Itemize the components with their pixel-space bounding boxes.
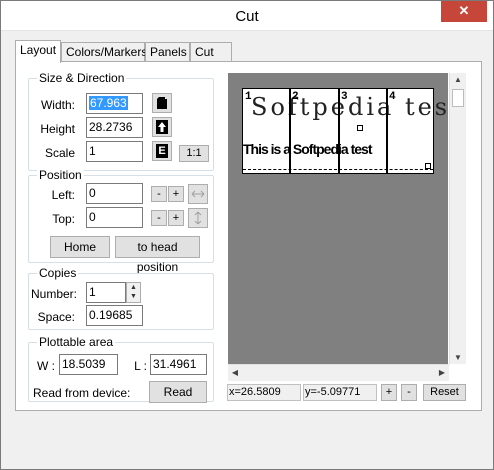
cut-window: Cut ✕ Layout Colors/Markers Panels Cut S… <box>0 0 494 470</box>
vertical-fit-button[interactable] <box>188 208 208 228</box>
preview-paper: Softpedia test This is a Softpedia test … <box>242 88 460 174</box>
left-minus-button[interactable]: - <box>151 186 167 202</box>
copies-title: Copies <box>37 266 79 280</box>
position-group: Position Left: 0 - + Top: 0 - + Home to … <box>28 168 214 274</box>
mirror-button[interactable]: E <box>152 141 172 161</box>
height-label: Height <box>40 122 75 136</box>
window-title: Cut <box>235 8 259 25</box>
page-number: 3 <box>341 91 348 103</box>
space-label: Space: <box>37 310 75 324</box>
horizontal-arrows-icon <box>191 190 205 198</box>
home-button[interactable]: Home <box>50 236 110 258</box>
scale-label: Scale <box>44 146 75 160</box>
page-icon <box>157 97 167 109</box>
plottable-width-field[interactable]: 18.5039 <box>59 354 118 375</box>
scroll-down-icon[interactable]: ▼ <box>450 353 466 362</box>
position-title: Position <box>37 168 84 182</box>
page-divider <box>386 89 388 173</box>
title-bar: Cut ✕ <box>1 1 493 31</box>
page-number: 2 <box>292 91 299 103</box>
w-label: W : <box>37 359 55 373</box>
tab-panels[interactable]: Panels <box>145 42 190 62</box>
close-button[interactable]: ✕ <box>441 1 487 22</box>
to-head-position-button[interactable]: to head position <box>115 236 200 274</box>
direction-up-button[interactable] <box>152 117 172 137</box>
plottable-area-group: Plottable area W : 18.5039 L : 31.4961 R… <box>28 335 214 403</box>
preview-handwritten-text: Softpedia test <box>251 93 463 121</box>
page-divider <box>289 89 291 173</box>
page-divider <box>338 89 340 173</box>
page-number: 4 <box>389 91 396 103</box>
horizontal-fit-button[interactable] <box>188 184 208 204</box>
read-from-device-label: Read from device: <box>33 386 131 400</box>
size-direction-group: Size & Direction Width: 67.963 Height 28… <box>28 71 214 171</box>
scroll-up-icon[interactable]: ▲ <box>450 75 466 84</box>
copies-space-field[interactable]: 0.19685 <box>86 305 143 326</box>
layout-preview[interactable]: Softpedia test This is a Softpedia test … <box>228 73 460 364</box>
page-number: 1 <box>245 91 252 103</box>
move-handle[interactable] <box>357 125 363 131</box>
scale-reset-button[interactable]: 1:1 <box>179 145 209 162</box>
l-label: L : <box>134 359 147 373</box>
scroll-right-icon[interactable]: ▶ <box>436 368 448 377</box>
cut-margin-line <box>243 169 433 173</box>
width-field[interactable]: 67.963 <box>86 93 143 114</box>
preview-printed-text: This is a Softpedia test <box>243 141 372 157</box>
spin-up-icon[interactable]: ▲ <box>127 283 140 292</box>
plottable-length-field[interactable]: 31.4961 <box>150 354 207 375</box>
reset-view-button[interactable]: Reset <box>423 384 466 401</box>
e-letter-icon: E <box>156 144 168 158</box>
y-coordinate-readout: y=-5.09771 <box>303 384 377 401</box>
tab-cut[interactable]: Cut <box>190 42 232 62</box>
tab-colors-markers[interactable]: Colors/Markers <box>61 42 147 62</box>
copies-number-field[interactable]: 1 <box>86 282 126 303</box>
scroll-left-icon[interactable]: ◀ <box>229 368 241 377</box>
top-label: Top: <box>52 212 75 226</box>
number-label: Number: <box>31 287 78 301</box>
plottable-area-title: Plottable area <box>37 335 116 349</box>
preview-horizontal-scrollbar[interactable]: ◀ ▶ <box>228 364 449 381</box>
left-plus-button[interactable]: + <box>168 186 184 202</box>
left-label: Left: <box>51 188 75 202</box>
zoom-out-button[interactable]: - <box>401 384 417 401</box>
arrow-up-icon <box>156 120 168 134</box>
left-field[interactable]: 0 <box>86 183 143 204</box>
width-value: 67.963 <box>89 96 128 110</box>
top-field[interactable]: 0 <box>86 207 143 228</box>
scale-field[interactable]: 1 <box>86 141 143 162</box>
copies-spinner[interactable]: ▲ ▼ <box>126 282 141 303</box>
tab-layout[interactable]: Layout <box>15 40 61 63</box>
preview-vertical-scrollbar[interactable]: ▲ ▼ <box>449 73 466 364</box>
layout-tab-panel: Size & Direction Width: 67.963 Height 28… <box>15 61 482 411</box>
spin-down-icon[interactable]: ▼ <box>127 292 140 301</box>
top-plus-button[interactable]: + <box>168 210 184 226</box>
vertical-scroll-thumb[interactable] <box>452 89 464 107</box>
copies-group: Copies Number: 1 ▲ ▼ Space: 0.19685 <box>28 266 214 330</box>
height-field[interactable]: 28.2736 <box>86 117 143 138</box>
resize-handle[interactable] <box>425 163 431 169</box>
zoom-in-button[interactable]: + <box>381 384 397 401</box>
orientation-button[interactable] <box>152 93 172 113</box>
x-coordinate-readout: x=26.5809 <box>227 384 301 401</box>
vertical-arrows-icon <box>194 211 202 225</box>
read-button[interactable]: Read <box>149 381 207 403</box>
width-label: Width: <box>40 98 75 112</box>
size-direction-title: Size & Direction <box>37 71 127 85</box>
top-minus-button[interactable]: - <box>151 210 167 226</box>
